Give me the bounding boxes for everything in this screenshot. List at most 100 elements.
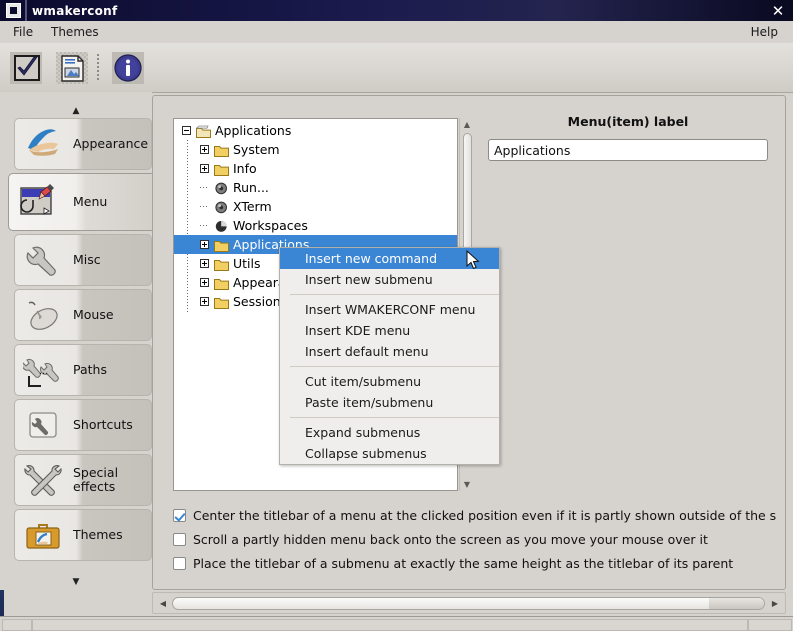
tree-collapse-icon[interactable] [182,126,191,135]
sidebar-item-label: Shortcuts [73,417,133,432]
menu-bar: File Themes Help [0,21,793,44]
pie-icon [214,219,229,232]
shortcuts-icon [23,405,63,445]
option-label: Scroll a partly hidden menu back onto th… [193,532,708,547]
ctx-insert-wmakerconf-menu[interactable]: Insert WMAKERCONF menu [280,299,499,320]
sidebar-scroll-down[interactable]: ▼ [0,575,152,589]
menu-item-label-title: Menu(item) label [567,114,689,129]
tree-expand-icon[interactable] [200,297,209,306]
about-button[interactable] [112,52,144,84]
checkbox-submenu-same-height[interactable] [173,557,186,570]
option-scroll-hidden-menu[interactable]: Scroll a partly hidden menu back onto th… [173,528,773,552]
sidebar-item-paths[interactable]: ... Paths [14,344,152,396]
tree-row[interactable]: Workspaces [174,216,457,235]
tree-expand-icon[interactable] [200,240,209,249]
sidebar: ▲ Appearance Menu Misc Mouse ... Paths S… [0,92,158,590]
context-menu-separator [290,294,499,295]
folder-icon [214,238,229,252]
tree-row[interactable]: System [174,140,457,159]
tree-row[interactable]: XTerm [174,197,457,216]
ctx-insert-kde-menu[interactable]: Insert KDE menu [280,320,499,341]
ctx-expand-submenus[interactable]: Expand submenus [280,422,499,443]
ctx-cut-item-submenu[interactable]: Cut item/submenu [280,371,499,392]
tree-row-label: Session [233,294,281,309]
sidebar-item-label: Misc [73,252,101,267]
close-icon[interactable]: ✕ [769,2,787,20]
tree-row[interactable]: Info [174,159,457,178]
sidebar-item-appearance[interactable]: Appearance [14,118,152,170]
horizontal-scrollbar[interactable]: ◀ ▶ [152,592,786,614]
sidebar-item-shortcuts[interactable]: Shortcuts [14,399,152,451]
tree-scroll-up-icon[interactable]: ▲ [460,118,474,131]
svg-text:...: ... [39,365,48,377]
hscroll-left-icon[interactable]: ◀ [157,598,169,610]
tree-guide-tick [200,225,207,226]
folder-icon [214,162,229,176]
sidebar-item-label: Themes [73,527,123,542]
tree-row[interactable]: Run... [174,178,457,197]
tree-row-label: System [233,142,280,157]
tree-expand-icon[interactable] [200,164,209,173]
checkbox-scroll-hidden-menu[interactable] [173,533,186,546]
info-icon [112,52,144,84]
folder-icon [214,276,229,290]
wrench-icon [23,240,63,280]
themes-briefcase-icon [23,515,63,555]
sidebar-item-label: Menu [73,194,108,209]
info-glyph [114,54,142,82]
apply-button[interactable] [10,52,42,84]
context-menu[interactable]: Insert new command Insert new submenu Inse… [279,247,500,465]
window-menu-icon[interactable] [6,3,21,18]
folder-icon [214,143,229,157]
tree-scroll-down-icon[interactable]: ▼ [460,478,474,491]
paths-icon: ... [22,350,63,390]
tree-expand-icon[interactable] [200,145,209,154]
sidebar-item-themes[interactable]: Themes [14,509,152,561]
sidebar-scroll-up[interactable]: ▲ [0,104,152,118]
tree-expand-icon[interactable] [200,259,209,268]
window-title: wmakerconf [32,4,118,18]
menu-file[interactable]: File [6,24,40,40]
options-list: Center the titlebar of a menu at the cli… [173,504,776,576]
app-window: wmakerconf ✕ File Themes Help ▲ Appearan… [0,0,793,631]
tree-row-label: Run... [233,180,269,195]
tree-row-label: Applications [215,123,292,138]
option-submenu-same-height[interactable]: Place the titlebar of a submenu at exact… [173,552,773,576]
ctx-insert-new-submenu[interactable]: Insert new submenu [280,269,499,290]
checkmark-glyph [17,56,38,76]
sidebar-item-mouse[interactable]: Mouse [14,289,152,341]
checkbox-center-titlebar[interactable] [173,509,186,522]
tree-expand-icon[interactable] [200,278,209,287]
special-effects-icon [23,460,63,500]
titlebar-divider [25,0,27,21]
checkmark-icon [10,52,42,84]
sidebar-list: Appearance Menu Misc Mouse ... Paths Sho… [8,118,158,564]
menu-themes[interactable]: Themes [44,24,106,40]
menu-help[interactable]: Help [744,24,785,40]
ctx-paste-item-submenu[interactable]: Paste item/submenu [280,392,499,413]
toolbar [0,43,793,93]
option-center-titlebar[interactable]: Center the titlebar of a menu at the cli… [173,504,776,528]
ctx-insert-new-command[interactable]: Insert new command [280,248,499,269]
ctx-collapse-submenus[interactable]: Collapse submenus [280,443,499,464]
menu-item-label-input[interactable] [488,139,768,161]
folder-icon [214,257,229,271]
sidebar-item-menu[interactable]: Menu [8,173,158,231]
hscroll-thumb[interactable] [172,597,765,610]
option-label: Place the titlebar of a submenu at exact… [193,556,734,571]
menu-item-label-panel: Menu(item) label [488,114,768,161]
sidebar-item-label: Appearance [73,136,149,151]
sidebar-item-misc[interactable]: Misc [14,234,152,286]
context-menu-separator [290,417,499,418]
sidebar-item-label: Mouse [73,307,114,322]
tree-row-label: XTerm [233,199,272,214]
sidebar-item-special-effects[interactable]: Special effects [14,454,152,506]
hscroll-right-icon[interactable]: ▶ [769,598,781,610]
tree-row[interactable]: Applications [174,121,457,140]
tree-row-label: Info [233,161,257,176]
tree-row-label: Utils [233,256,261,271]
gear-icon [214,200,229,214]
save-button[interactable] [56,52,88,84]
gear-icon [214,181,229,195]
ctx-insert-default-menu[interactable]: Insert default menu [280,341,499,362]
